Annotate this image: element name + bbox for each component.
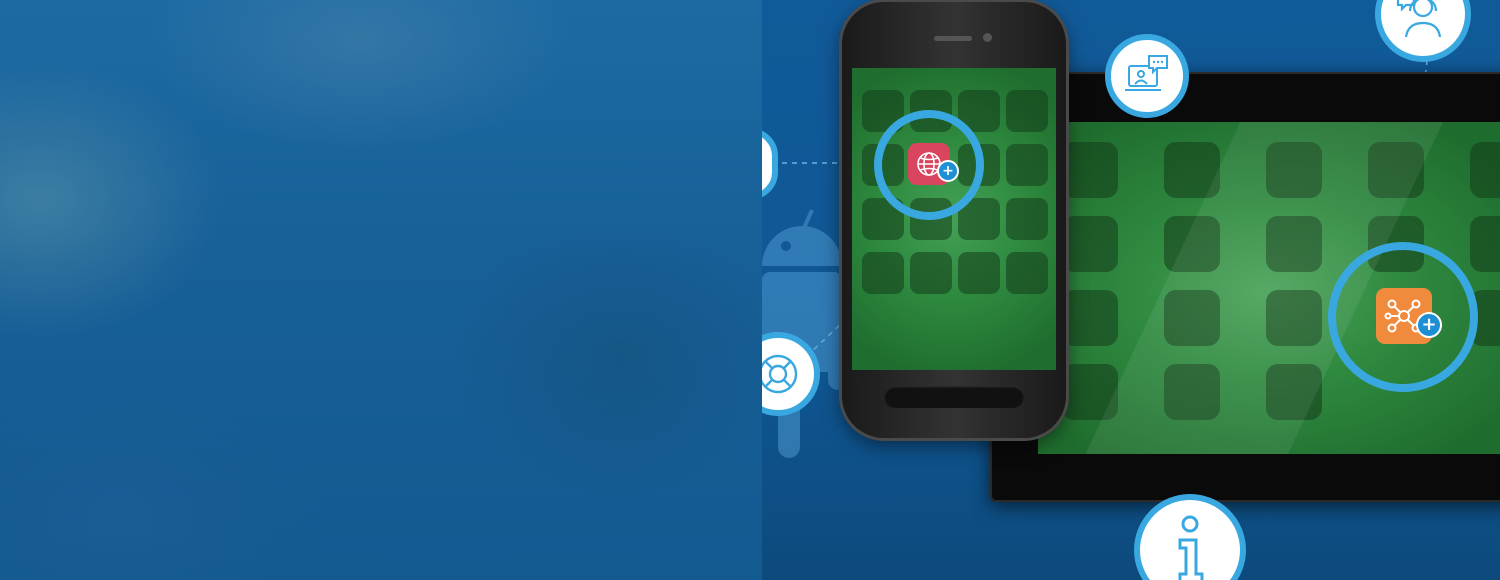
lifebuoy-icon bbox=[762, 354, 798, 394]
app-placeholder bbox=[958, 252, 1000, 294]
app-placeholder bbox=[1006, 198, 1048, 240]
globe-app-icon[interactable]: + bbox=[908, 143, 959, 185]
phone-camera bbox=[983, 33, 992, 42]
video-frame: + + bbox=[0, 0, 1500, 580]
plus-icon: + bbox=[937, 160, 959, 182]
phone-nav-buttons bbox=[884, 386, 1024, 408]
plus-icon: + bbox=[1416, 312, 1442, 338]
blurred-background bbox=[0, 0, 762, 580]
android-icon bbox=[762, 209, 842, 458]
network-app-icon[interactable]: + bbox=[1376, 288, 1442, 344]
video-chat-icon bbox=[1125, 55, 1168, 91]
info-icon bbox=[1178, 515, 1204, 580]
phone-device bbox=[842, 2, 1066, 438]
phone-screen bbox=[852, 68, 1056, 370]
video-chat-badge bbox=[1105, 34, 1189, 118]
app-placeholder bbox=[1006, 144, 1048, 186]
app-placeholder bbox=[1006, 252, 1048, 294]
app-placeholder bbox=[1006, 90, 1048, 132]
illustration-panel: + + bbox=[762, 0, 1500, 580]
app-placeholder bbox=[910, 252, 952, 294]
app-placeholder bbox=[862, 252, 904, 294]
support-agent-icon bbox=[1396, 0, 1442, 38]
phone-speaker bbox=[934, 36, 972, 41]
